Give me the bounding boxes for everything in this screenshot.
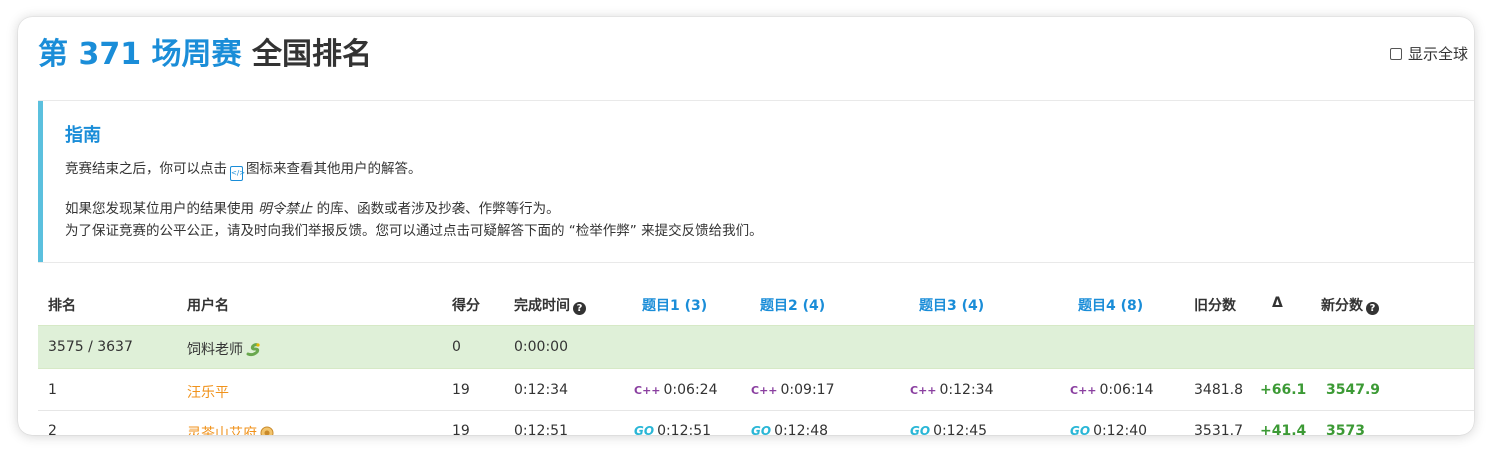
username[interactable]: 灵茶山艾府 bbox=[187, 423, 275, 435]
go-lang-icon[interactable]: GO bbox=[910, 424, 930, 435]
rating-delta: +41.4 bbox=[1260, 423, 1307, 435]
self-row: 3575 / 3637 饲料老师 0 0:00:00 bbox=[38, 325, 1474, 369]
finish-time: 0:12:51 bbox=[514, 423, 568, 435]
badge-emoji-icon bbox=[260, 426, 274, 435]
col-username: 用户名 bbox=[187, 298, 229, 314]
guide-text: 竞赛结束之后，你可以点击 bbox=[65, 161, 227, 177]
divider bbox=[38, 262, 1474, 263]
q3-time: 0:12:45 bbox=[933, 423, 988, 435]
q4-time: 0:06:14 bbox=[1099, 382, 1154, 398]
cpp-lang-icon[interactable]: C++ bbox=[1070, 384, 1097, 397]
q3-submission[interactable]: C++ 0:12:34 bbox=[910, 382, 994, 398]
guide-text: 如果您发现某位用户的结果使用 bbox=[65, 201, 254, 217]
rank-title: 全国排名 bbox=[251, 37, 372, 72]
col-rank: 排名 bbox=[48, 298, 76, 314]
q3-submission[interactable]: GO 0:12:45 bbox=[910, 423, 987, 435]
col-finish-time: 完成时间? bbox=[514, 295, 586, 315]
rank: 1 bbox=[48, 382, 57, 398]
checkbox[interactable] bbox=[1390, 48, 1402, 60]
q2-time: 0:12:48 bbox=[774, 423, 829, 435]
question-circle-icon[interactable]: ? bbox=[573, 302, 586, 315]
q3-time: 0:12:34 bbox=[939, 382, 994, 398]
guide-text: 图标来查看其他用户的解答。 bbox=[246, 161, 422, 177]
cpp-lang-icon[interactable]: C++ bbox=[910, 384, 937, 397]
q4-submission[interactable]: C++ 0:06:14 bbox=[1070, 382, 1154, 398]
q2-submission[interactable]: GO 0:12:48 bbox=[751, 423, 828, 435]
guide-heading: 指南 bbox=[65, 125, 101, 146]
guide-line-3: 为了保证竞赛的公平公正，请及时向我们举报反馈。您可以通过点击可疑解答下面的 “检… bbox=[65, 223, 763, 239]
guide-line-1: 竞赛结束之后，你可以点击 </>图标来查看其他用户的解答。 bbox=[65, 157, 422, 181]
col-q4[interactable]: 题目4 (8) bbox=[1078, 295, 1143, 315]
col-q3[interactable]: 题目3 (4) bbox=[919, 295, 984, 315]
cpp-lang-icon[interactable]: C++ bbox=[751, 384, 778, 397]
score: 19 bbox=[452, 423, 470, 435]
q2-time: 0:09:17 bbox=[780, 382, 835, 398]
guide-text: 的库、函数或者涉及抄袭、作弊等行为。 bbox=[316, 201, 560, 217]
q2-submission[interactable]: C++ 0:09:17 bbox=[751, 382, 835, 398]
col-label: 完成时间 bbox=[514, 298, 570, 314]
username[interactable]: 汪乐平 bbox=[187, 382, 229, 402]
q1-time: 0:12:51 bbox=[657, 423, 712, 435]
table-row: 1 汪乐平 19 0:12:34 C++ 0:06:24 C++ 0:09:17 C… bbox=[38, 369, 1474, 411]
code-file-icon: </> bbox=[230, 166, 245, 181]
finish-time: 0:00:00 bbox=[514, 339, 568, 355]
q4-time: 0:12:40 bbox=[1093, 423, 1148, 435]
guide-emphasis: 明令禁止 bbox=[258, 201, 313, 217]
username-text[interactable]: 饲料老师 bbox=[187, 342, 243, 358]
toggle-label: 显示全球 bbox=[1408, 45, 1469, 63]
username-text[interactable]: 灵茶山艾府 bbox=[187, 426, 257, 435]
col-label: 新分数 bbox=[1321, 298, 1363, 314]
go-lang-icon[interactable]: GO bbox=[1070, 424, 1090, 435]
page-title: 第 371 场周赛 全国排名 bbox=[38, 29, 372, 73]
rank: 3575 / 3637 bbox=[48, 339, 133, 355]
cpp-lang-icon[interactable]: C++ bbox=[634, 384, 661, 397]
rating-delta: +66.1 bbox=[1260, 382, 1307, 398]
new-rating: 3547.9 bbox=[1326, 382, 1381, 398]
new-rating: 3573 bbox=[1326, 423, 1365, 435]
contest-title[interactable]: 第 371 场周赛 bbox=[38, 37, 242, 72]
guide-line-2: 如果您发现某位用户的结果使用 明令禁止 的库、函数或者涉及抄袭、作弊等行为。 bbox=[65, 197, 560, 217]
finish-time: 0:12:34 bbox=[514, 382, 568, 398]
old-rating: 3481.8 bbox=[1194, 382, 1243, 398]
col-score: 得分 bbox=[452, 298, 480, 314]
col-old-rating: 旧分数 bbox=[1194, 298, 1236, 314]
col-new-rating: 新分数? bbox=[1321, 295, 1379, 315]
rank: 2 bbox=[48, 423, 57, 435]
username[interactable]: 饲料老师 bbox=[187, 339, 261, 359]
table-row: 2 灵茶山艾府 19 0:12:51 GO 0:12:51 GO 0:12:48 G… bbox=[38, 410, 1474, 435]
question-circle-icon[interactable]: ? bbox=[1366, 302, 1379, 315]
go-lang-icon[interactable]: GO bbox=[634, 424, 654, 435]
go-lang-icon[interactable]: GO bbox=[751, 424, 771, 435]
old-rating: 3531.7 bbox=[1194, 423, 1243, 435]
show-global-toggle[interactable]: 显示全球 bbox=[1390, 43, 1468, 64]
q1-submission[interactable]: GO 0:12:51 bbox=[634, 423, 711, 435]
col-delta: Δ bbox=[1272, 295, 1283, 311]
q1-submission[interactable]: C++ 0:06:24 bbox=[634, 382, 718, 398]
score: 0 bbox=[452, 339, 461, 355]
snake-emoji-icon bbox=[246, 343, 260, 357]
col-q2[interactable]: 题目2 (4) bbox=[760, 295, 825, 315]
q1-time: 0:06:24 bbox=[663, 382, 718, 398]
rank-card: 第 371 场周赛 全国排名 显示全球 指南 竞赛结束之后，你可以点击 </>图标… bbox=[18, 17, 1474, 435]
score: 19 bbox=[452, 382, 470, 398]
col-q1[interactable]: 题目1 (3) bbox=[642, 295, 707, 315]
guide-panel: 指南 竞赛结束之后，你可以点击 </>图标来查看其他用户的解答。 如果您发现某位用… bbox=[38, 101, 1474, 262]
q4-submission[interactable]: GO 0:12:40 bbox=[1070, 423, 1147, 435]
